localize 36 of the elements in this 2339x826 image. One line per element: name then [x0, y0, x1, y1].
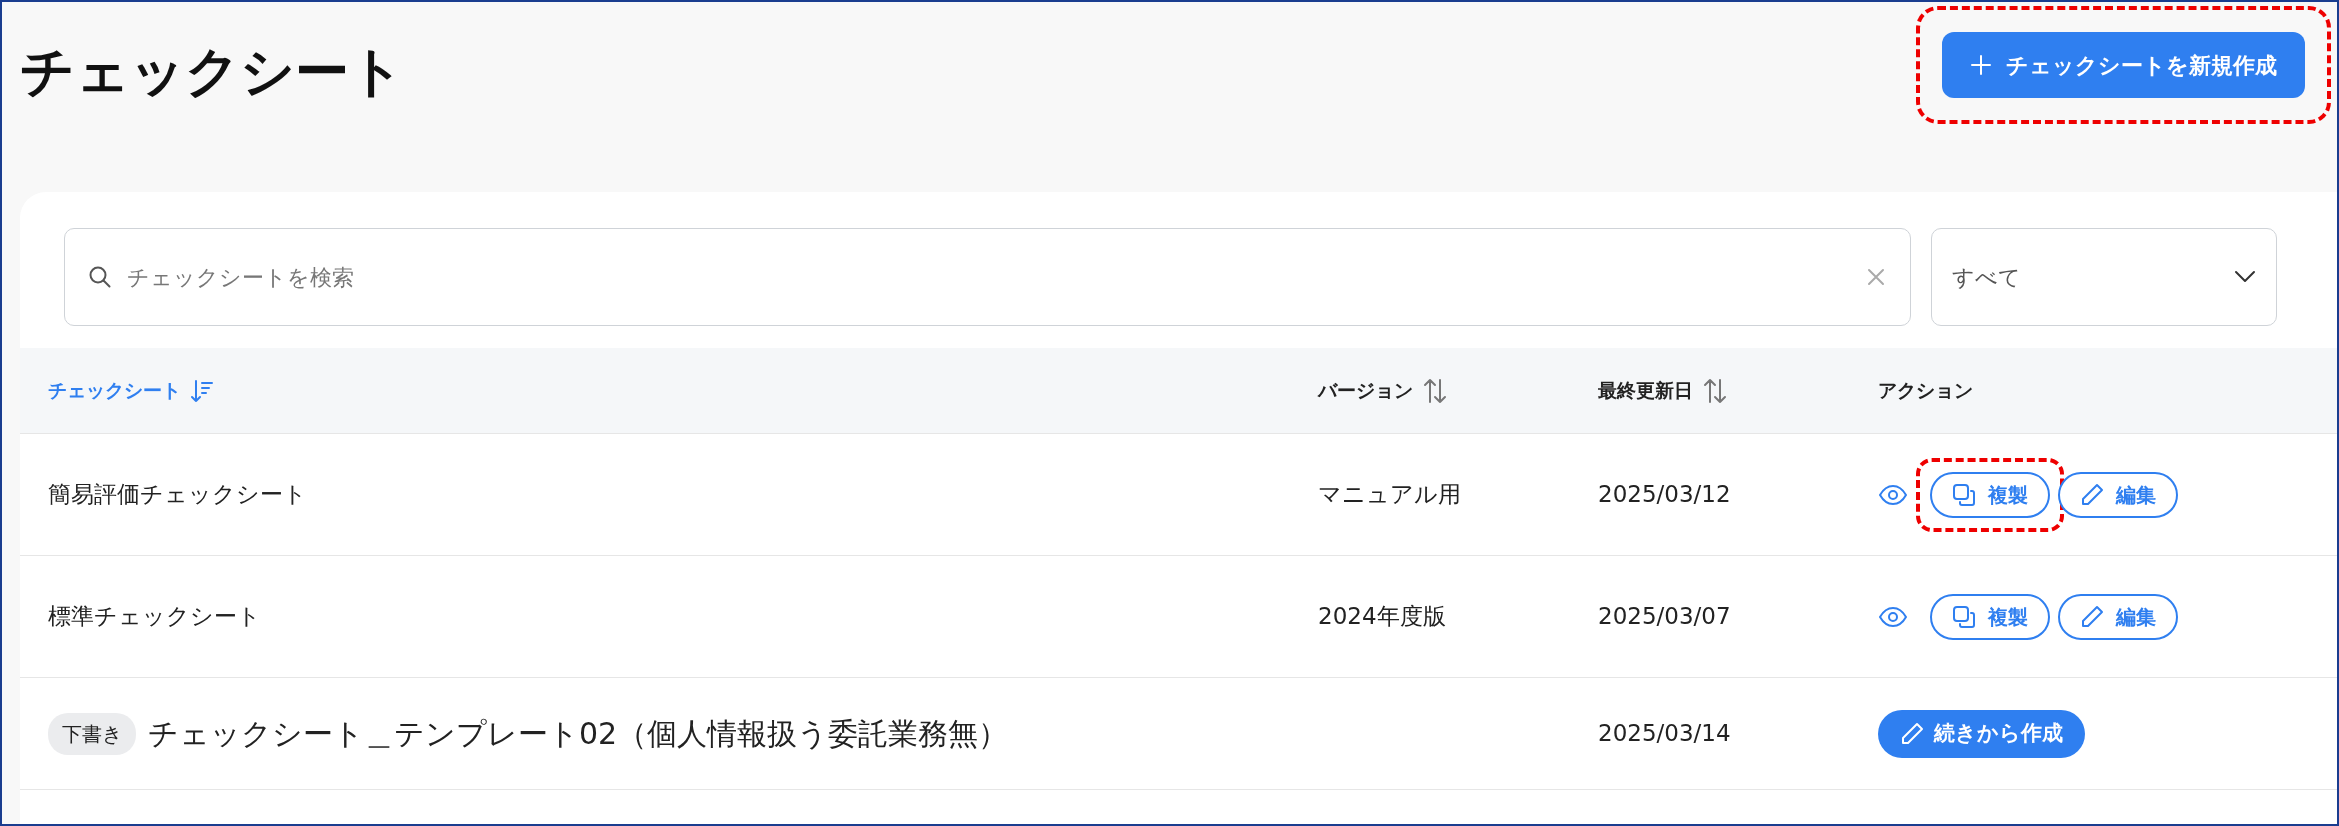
search-icon: [88, 265, 112, 289]
page-title: チェックシート: [20, 40, 404, 105]
sort-descending-icon: [191, 378, 213, 403]
date-text: 2025/03/12: [1598, 481, 1731, 508]
duplicate-button[interactable]: 複製: [1930, 593, 2050, 640]
copy-icon: [1952, 604, 1976, 629]
search-field[interactable]: チェックシートを検索: [64, 228, 1911, 326]
plus-icon: [1970, 54, 1992, 76]
edit-button[interactable]: 編集: [2058, 471, 2178, 518]
edit-button[interactable]: 編集: [2058, 593, 2178, 640]
date-text: 2025/03/14: [1598, 720, 1731, 747]
column-header[interactable]: バージョン: [1318, 376, 1598, 405]
clear-icon: [1867, 268, 1885, 286]
version-text: 2024年度版: [1318, 603, 1446, 630]
sheet-name: 簡易評価チェックシート: [48, 480, 307, 510]
sort-icon: [1423, 377, 1447, 404]
copy-icon: [1952, 482, 1976, 507]
eye-icon: [1878, 483, 1908, 506]
filter-dropdown[interactable]: すべて: [1931, 228, 2277, 326]
duplicate-button[interactable]: 複製: [1930, 471, 2050, 518]
column-header[interactable]: チェックシート: [48, 376, 1318, 405]
chevron-down-icon: [2234, 270, 2256, 284]
create-button[interactable]: チェックシートを新規作成: [1942, 32, 2305, 98]
sheet-name: 標準チェックシート: [48, 602, 261, 632]
pencil-icon: [1900, 721, 1924, 746]
column-header[interactable]: 最終更新日: [1598, 376, 1878, 405]
pencil-icon: [2080, 604, 2104, 629]
version-text: マニュアル用: [1318, 481, 1461, 508]
eye-icon: [1878, 605, 1908, 628]
status-badge: 下書き: [48, 712, 136, 755]
column-header: アクション: [1878, 378, 1974, 404]
continue-button[interactable]: 続きから作成: [1878, 709, 2085, 758]
sort-icon: [1703, 377, 1727, 404]
sheet-name: チェックシート＿テンプレート02（個人情報扱う委託業務無）: [148, 715, 1009, 753]
pencil-icon: [2080, 482, 2104, 507]
date-text: 2025/03/07: [1598, 603, 1731, 630]
